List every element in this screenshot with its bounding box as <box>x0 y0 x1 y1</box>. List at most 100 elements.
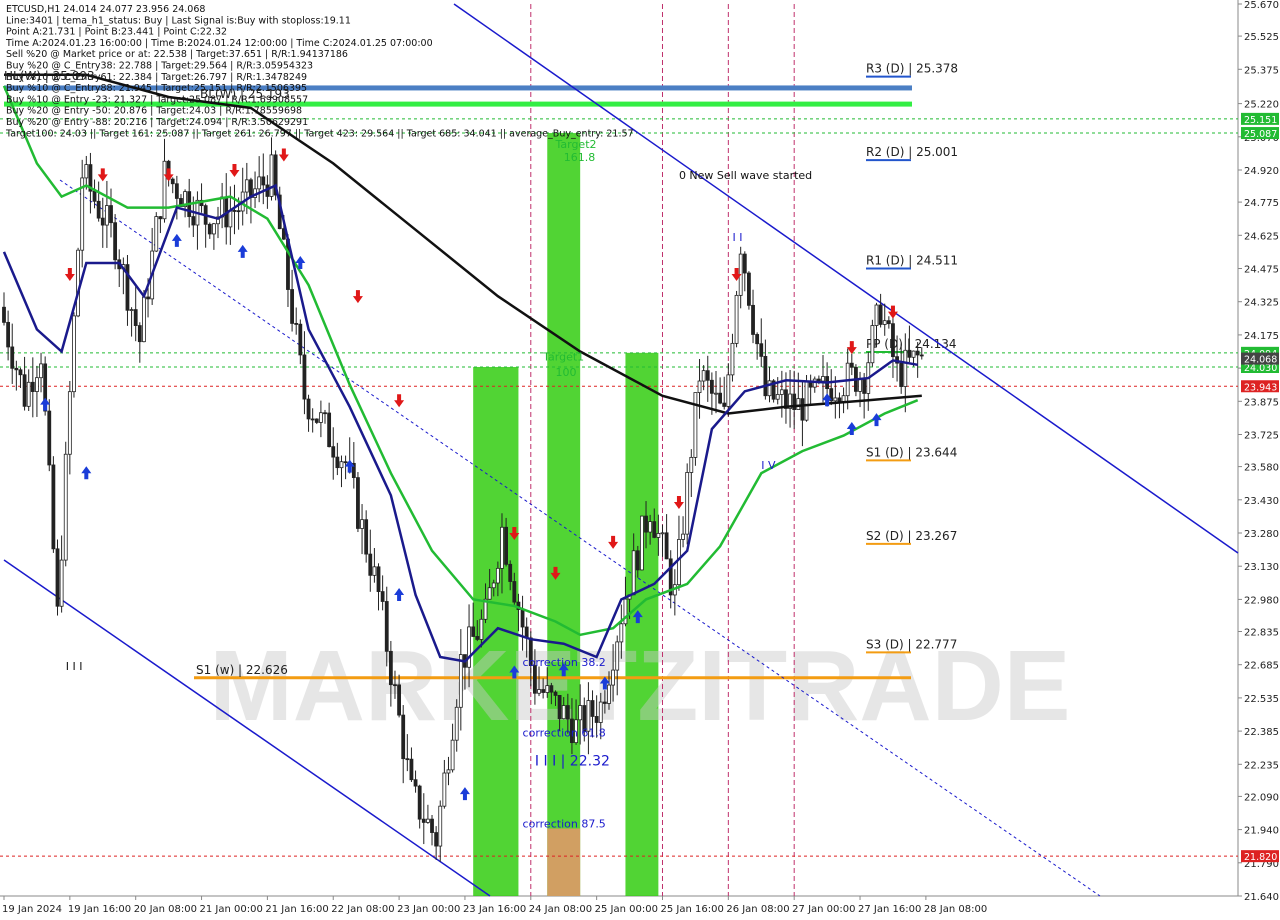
candle-bear <box>800 398 805 421</box>
candle-bull <box>656 533 661 538</box>
candle-bear <box>310 418 315 421</box>
candle-bull <box>372 566 377 576</box>
candle-bull <box>648 521 653 533</box>
candle-bear <box>174 183 179 199</box>
candle-bear <box>191 216 196 226</box>
candle-bear <box>397 684 401 716</box>
candle-bear <box>602 701 607 704</box>
candle-bear <box>430 818 434 833</box>
candle-bear <box>133 309 138 326</box>
candle-bull <box>84 164 89 179</box>
candle-bear <box>751 304 755 335</box>
candle-bear <box>759 343 764 357</box>
price-badge-label: 25.087 <box>1244 129 1277 140</box>
candle-bear <box>553 691 558 696</box>
price-badge-label: 25.151 <box>1244 115 1277 126</box>
candle-bear <box>364 519 369 555</box>
candle-bull <box>726 374 731 407</box>
candle-bull <box>714 392 718 395</box>
candle-bull <box>611 669 616 686</box>
time-tick-label: 19 Jan 16:00 <box>68 904 131 915</box>
time-tick-label: 25 Jan 16:00 <box>660 904 723 915</box>
header-line: Line:3401 | tema_h1_status: Buy | Last S… <box>6 15 351 26</box>
candle-bull <box>162 160 167 220</box>
annotation-text: I V <box>761 459 776 472</box>
chart-window[interactable]: MARKETZITRADE R3 (D) | 25.378 R2 (D) | 25… <box>0 0 1280 920</box>
candle-bear <box>290 289 294 324</box>
candle-bull <box>211 223 216 235</box>
candle-bear <box>557 695 562 720</box>
candle-bear <box>137 325 142 343</box>
candle-bear <box>158 216 163 220</box>
candle-bull <box>442 772 447 807</box>
candle-bear <box>331 446 336 458</box>
candle-bear <box>384 601 389 652</box>
candle-bull <box>841 395 846 403</box>
candle-bear <box>413 779 418 787</box>
candle-bear <box>742 253 747 274</box>
candle-bear <box>306 398 311 420</box>
header-line: Sell %20 @ Market price or at: 22.538 | … <box>6 49 348 60</box>
annotation-text: I I <box>732 231 742 244</box>
time-tick-label: 25 Jan 00:00 <box>595 904 658 915</box>
candle-bull <box>578 705 583 721</box>
candle-bull <box>734 294 739 344</box>
header-overlay-2: BL(W) | 25.193 <box>200 87 290 101</box>
candle-bear <box>755 334 760 345</box>
price-tick-label: 21.640 <box>1244 892 1279 903</box>
price-tick-label: 21.940 <box>1244 826 1279 837</box>
weekly-level-label: S1 (w) | 22.626 <box>196 663 288 677</box>
candle-bear <box>47 410 52 466</box>
pivot-label: R2 (D) | 25.001 <box>866 145 958 159</box>
candle-bull <box>730 342 735 376</box>
time-tick-label: 27 Jan 16:00 <box>858 904 921 915</box>
price-tick-label: 25.220 <box>1244 100 1279 111</box>
candle-bull <box>767 380 772 397</box>
time-tick-label: 24 Jan 08:00 <box>529 904 592 915</box>
candle-bear <box>232 210 237 212</box>
candle-bull <box>244 179 249 193</box>
candle-bull <box>26 381 31 407</box>
candle-bull <box>129 309 134 311</box>
candle-bear <box>388 650 393 686</box>
candle-bull <box>693 392 698 458</box>
price-tick-label: 23.580 <box>1244 463 1279 474</box>
candle-bull <box>35 377 39 392</box>
candle-bull <box>142 296 146 343</box>
candle-bear <box>533 665 537 694</box>
candle-bull <box>426 818 430 823</box>
candle-bull <box>228 210 233 228</box>
candle-bear <box>886 320 891 325</box>
candle-bull <box>257 176 262 190</box>
candle-bull <box>360 519 364 529</box>
annotation-text: Target1 <box>542 350 584 363</box>
price-chart[interactable]: MARKETZITRADE R3 (D) | 25.378R2 (D) | 25… <box>0 0 1280 920</box>
candle-bear <box>18 369 23 376</box>
candle-bear <box>10 346 15 369</box>
candle-bear <box>705 370 710 381</box>
annotation-text: 100 <box>555 366 576 379</box>
price-badge-label: 23.943 <box>1244 382 1277 393</box>
time-tick-label: 22 Jan 08:00 <box>331 904 394 915</box>
candle-bull <box>438 805 443 847</box>
wave-zone <box>547 828 581 896</box>
candle-bear <box>380 591 385 602</box>
time-tick-label: 27 Jan 00:00 <box>792 904 855 915</box>
candle-bull <box>67 391 72 455</box>
time-tick-label: 28 Jan 08:00 <box>924 904 987 915</box>
candle-bull <box>681 533 685 540</box>
candle-bull <box>450 739 455 771</box>
candle-bear <box>207 223 212 235</box>
candle-bull <box>72 315 76 393</box>
candle-bull <box>631 550 636 596</box>
candle-bear <box>327 412 332 448</box>
header-line: Buy %20 @ Entry -88: 20.216 | Target:24.… <box>6 117 308 128</box>
candle-bull <box>903 349 908 387</box>
candle-bull <box>701 370 706 382</box>
candle-bear <box>747 272 751 306</box>
candle-bear <box>51 464 56 550</box>
candle-bear <box>393 684 397 687</box>
candle-bear <box>343 461 348 464</box>
candle-bear <box>405 758 410 761</box>
candle-bear <box>891 323 895 358</box>
